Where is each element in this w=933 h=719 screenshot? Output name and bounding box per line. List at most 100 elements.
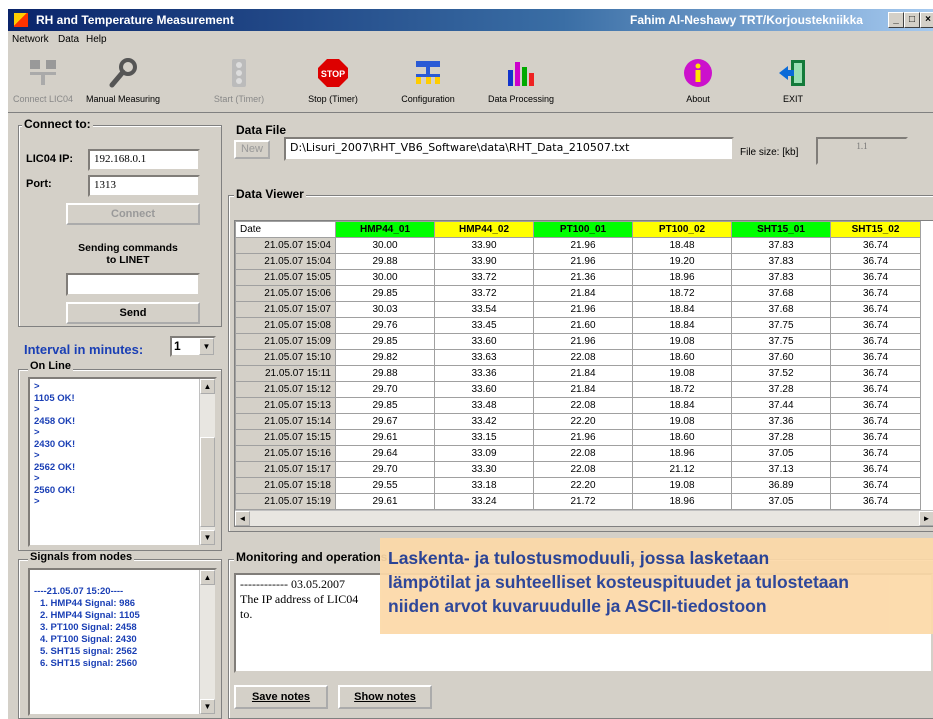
value-cell[interactable]: 21.96	[533, 301, 633, 318]
value-cell[interactable]: 37.75	[731, 333, 831, 350]
value-cell[interactable]: 37.83	[731, 253, 831, 270]
table-row[interactable]: 21.05.07 15:15 29.61 33.15 21.96 18.60 37.28 3…	[235, 429, 921, 446]
new-file-button[interactable]: New	[234, 140, 270, 159]
value-cell[interactable]: 21.84	[533, 365, 633, 382]
date-cell[interactable]: 21.05.07 15:09	[235, 333, 336, 350]
table-row[interactable]: 21.05.07 15:04 30.00 33.90 21.96 18.48 37.83 3…	[235, 237, 921, 254]
connect-lic04-button[interactable]: Connect LIC04	[8, 48, 78, 112]
connect-button[interactable]: Connect	[66, 203, 200, 225]
value-cell[interactable]: 33.09	[434, 445, 534, 462]
date-cell[interactable]: 21.05.07 15:14	[235, 413, 336, 430]
date-cell[interactable]: 21.05.07 15:16	[235, 445, 336, 462]
horizontal-scrollbar[interactable]: ◄ ►	[235, 510, 933, 526]
configuration-button[interactable]: Configuration	[388, 48, 468, 112]
value-cell[interactable]: 33.90	[434, 253, 534, 270]
table-row[interactable]: 21.05.07 15:12 29.70 33.60 21.84 18.72 37.28 3…	[235, 381, 921, 398]
value-cell[interactable]: 18.96	[632, 493, 732, 510]
date-column-header[interactable]: Date	[235, 221, 336, 238]
value-cell[interactable]: 36.74	[830, 253, 921, 270]
value-cell[interactable]: 21.96	[533, 253, 633, 270]
value-cell[interactable]: 19.08	[632, 365, 732, 382]
value-cell[interactable]: 36.74	[830, 397, 921, 414]
exit-button[interactable]: EXIT	[768, 48, 818, 112]
value-cell[interactable]: 29.70	[335, 461, 435, 478]
value-cell[interactable]: 29.85	[335, 333, 435, 350]
save-notes-button[interactable]: Save notes	[234, 685, 328, 709]
value-cell[interactable]: 33.72	[434, 269, 534, 286]
column-header[interactable]: HMP44_02	[434, 221, 534, 238]
value-cell[interactable]: 36.74	[830, 237, 921, 254]
value-cell[interactable]: 29.85	[335, 397, 435, 414]
data-grid-container[interactable]: Date HMP44_01 HMP44_02 PT100_01 PT100_02 SHT…	[234, 220, 933, 527]
value-cell[interactable]: 18.60	[632, 349, 732, 366]
value-cell[interactable]: 18.96	[632, 269, 732, 286]
table-row[interactable]: 21.05.07 15:13 29.85 33.48 22.08 18.84 37.44 3…	[235, 397, 921, 414]
value-cell[interactable]: 33.45	[434, 317, 534, 334]
value-cell[interactable]: 37.60	[731, 349, 831, 366]
value-cell[interactable]: 36.74	[830, 477, 921, 494]
value-cell[interactable]: 33.15	[434, 429, 534, 446]
manual-measuring-button[interactable]: Manual Measuring	[78, 48, 168, 112]
about-button[interactable]: About	[668, 48, 728, 112]
interval-select[interactable]: 1 ▼	[170, 336, 216, 357]
scroll-down-icon[interactable]: ▼	[200, 699, 215, 714]
send-button[interactable]: Send	[66, 302, 200, 324]
table-row[interactable]: 21.05.07 15:07 30.03 33.54 21.96 18.84 37.68 3…	[235, 301, 921, 318]
value-cell[interactable]: 19.20	[632, 253, 732, 270]
value-cell[interactable]: 33.90	[434, 237, 534, 254]
value-cell[interactable]: 21.96	[533, 333, 633, 350]
value-cell[interactable]: 22.08	[533, 461, 633, 478]
value-cell[interactable]: 29.61	[335, 493, 435, 510]
value-cell[interactable]: 37.05	[731, 445, 831, 462]
table-row[interactable]: 21.05.07 15:09 29.85 33.60 21.96 19.08 37.75 3…	[235, 333, 921, 350]
value-cell[interactable]: 18.84	[632, 397, 732, 414]
stop-timer-button[interactable]: STOP Stop (Timer)	[298, 48, 368, 112]
table-row[interactable]: 21.05.07 15:17 29.70 33.30 22.08 21.12 37.13 3…	[235, 461, 921, 478]
value-cell[interactable]: 21.84	[533, 381, 633, 398]
value-cell[interactable]: 22.08	[533, 349, 633, 366]
value-cell[interactable]: 37.83	[731, 237, 831, 254]
value-cell[interactable]: 29.61	[335, 429, 435, 446]
date-cell[interactable]: 21.05.07 15:18	[235, 477, 336, 494]
date-cell[interactable]: 21.05.07 15:11	[235, 365, 336, 382]
value-cell[interactable]: 36.74	[830, 493, 921, 510]
menu-data[interactable]: Data	[58, 34, 79, 45]
column-header[interactable]: PT100_01	[533, 221, 633, 238]
start-timer-button[interactable]: Start (Timer)	[204, 48, 274, 112]
data-processing-button[interactable]: Data Processing	[476, 48, 566, 112]
value-cell[interactable]: 36.74	[830, 413, 921, 430]
file-path-input[interactable]: D:\Lisuri_2007\RHT_VB6_Software\data\RHT…	[284, 137, 734, 161]
table-row[interactable]: 21.05.07 15:05 30.00 33.72 21.36 18.96 37.83 3…	[235, 269, 921, 286]
data-grid[interactable]: Date HMP44_01 HMP44_02 PT100_01 PT100_02 SHT…	[235, 221, 921, 526]
value-cell[interactable]: 29.64	[335, 445, 435, 462]
table-row[interactable]: 21.05.07 15:06 29.85 33.72 21.84 18.72 37.68 3…	[235, 285, 921, 302]
value-cell[interactable]: 21.12	[632, 461, 732, 478]
column-header[interactable]: HMP44_01	[335, 221, 435, 238]
date-cell[interactable]: 21.05.07 15:13	[235, 397, 336, 414]
value-cell[interactable]: 33.42	[434, 413, 534, 430]
value-cell[interactable]: 33.60	[434, 333, 534, 350]
menu-help[interactable]: Help	[86, 34, 107, 45]
value-cell[interactable]: 37.05	[731, 493, 831, 510]
value-cell[interactable]: 30.00	[335, 269, 435, 286]
value-cell[interactable]: 36.74	[830, 381, 921, 398]
ip-input[interactable]: 192.168.0.1	[88, 149, 200, 171]
value-cell[interactable]: 36.74	[830, 285, 921, 302]
value-cell[interactable]: 18.84	[632, 317, 732, 334]
value-cell[interactable]: 18.72	[632, 381, 732, 398]
table-row[interactable]: 21.05.07 15:18 29.55 33.18 22.20 19.08 36.89 3…	[235, 477, 921, 494]
table-row[interactable]: 21.05.07 15:08 29.76 33.45 21.60 18.84 37.75 3…	[235, 317, 921, 334]
scroll-up-icon[interactable]: ▲	[200, 379, 215, 394]
column-header[interactable]: SHT15_01	[731, 221, 831, 238]
date-cell[interactable]: 21.05.07 15:04	[235, 253, 336, 270]
value-cell[interactable]: 33.18	[434, 477, 534, 494]
column-header[interactable]: PT100_02	[632, 221, 732, 238]
value-cell[interactable]: 21.96	[533, 237, 633, 254]
value-cell[interactable]: 22.20	[533, 413, 633, 430]
command-input[interactable]	[66, 273, 200, 296]
date-cell[interactable]: 21.05.07 15:06	[235, 285, 336, 302]
value-cell[interactable]: 36.74	[830, 461, 921, 478]
value-cell[interactable]: 18.72	[632, 285, 732, 302]
table-row[interactable]: 21.05.07 15:19 29.61 33.24 21.72 18.96 37.05 3…	[235, 493, 921, 510]
value-cell[interactable]: 36.74	[830, 429, 921, 446]
